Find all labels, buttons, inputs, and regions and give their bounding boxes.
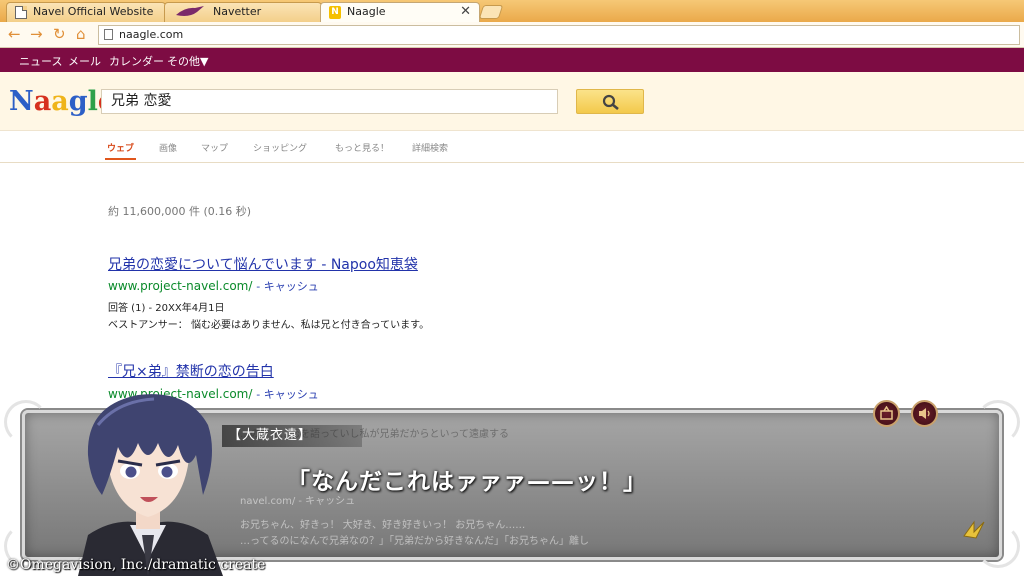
logo-letter: g — [68, 86, 88, 117]
address-bar-row: ← → ↻ ⌂ naagle.com — [0, 22, 1024, 48]
tab-label: Naagle — [347, 5, 386, 18]
forward-arrow-icon[interactable]: → — [30, 26, 43, 42]
search-header: Naagle 兄弟 恋愛 — [0, 72, 1024, 130]
page-icon — [15, 6, 27, 19]
auto-mode-button[interactable] — [873, 400, 900, 427]
tab-label: Navetter — [213, 5, 262, 18]
speaker-name: 【大蔵衣遠】 — [222, 425, 362, 447]
faded-result-text: …ってるのになんで兄弟なの？」「兄弟だから好きなんだ」「お兄ちゃん」離し — [240, 536, 589, 547]
tab-more[interactable]: もっと見る！ — [335, 141, 389, 154]
tab-advanced-search[interactable]: 詳細検索 — [412, 141, 448, 154]
result-title-link[interactable]: 『兄×弟』禁断の恋の告白 — [108, 361, 274, 381]
copyright-notice: ©Omegavision, Inc./dramatic create — [6, 557, 266, 573]
home-icon[interactable]: ⌂ — [76, 26, 86, 42]
tab-maps[interactable]: マップ — [201, 141, 228, 154]
logo-letter: a — [33, 86, 52, 117]
tab-images[interactable]: 画像 — [159, 141, 177, 154]
tab-navetter[interactable]: Navetter — [164, 2, 322, 22]
service-link-more[interactable]: その他▼ — [167, 53, 208, 69]
character-sprite — [78, 394, 223, 576]
service-link-mail[interactable]: メール — [68, 53, 101, 69]
new-tab-button[interactable] — [478, 5, 504, 19]
search-type-tabs: ウェブ 画像 マップ ショッピング もっと見る！ 詳細検索 — [0, 130, 1024, 163]
auto-icon — [880, 406, 893, 420]
logo-letter: l — [87, 86, 98, 117]
next-page-icon[interactable] — [962, 518, 986, 540]
result-title-link[interactable]: 兄弟の恋愛について悩んでいます - Napoo知恵袋 — [108, 254, 418, 274]
result-meta: 回答 (1) - 20XX年4月1日 — [108, 303, 225, 314]
service-bar: ニュース メール カレンダー その他▼ — [0, 48, 1024, 72]
search-icon — [602, 94, 619, 110]
speaker-icon — [919, 408, 930, 419]
result-stats: 約 11,600,000 件 (0.16 秒) — [108, 205, 252, 218]
frame-ornament — [976, 400, 1020, 444]
result-url: www.project-navel.com/ - キャッシュ — [108, 279, 319, 293]
search-input[interactable]: 兄弟 恋愛 — [101, 89, 558, 114]
logo-letter: a — [51, 86, 69, 117]
close-tab-icon[interactable]: ✕ — [460, 3, 471, 21]
naagle-n-icon: N — [329, 6, 341, 19]
address-text: naagle.com — [119, 28, 184, 41]
browser-tab-bar: Navel Official Website Navetter N Naagle… — [0, 0, 1024, 23]
logo-letter: N — [9, 86, 34, 117]
reload-icon[interactable]: ↻ — [53, 26, 66, 42]
search-button[interactable] — [576, 89, 644, 114]
service-link-news[interactable]: ニュース — [19, 53, 62, 69]
tab-navel-official[interactable]: Navel Official Website — [6, 2, 166, 22]
cache-link[interactable]: - キャッシュ — [256, 280, 318, 293]
tab-web[interactable]: ウェブ — [104, 141, 137, 160]
address-input[interactable]: naagle.com — [98, 25, 1020, 45]
page-icon — [104, 29, 113, 40]
frame-ornament — [4, 400, 48, 444]
voice-button[interactable] — [911, 400, 938, 427]
back-arrow-icon[interactable]: ← — [8, 26, 21, 42]
tab-naagle[interactable]: N Naagle ✕ — [320, 2, 480, 23]
naagle-logo[interactable]: Naagle — [9, 86, 115, 117]
service-link-calendar[interactable]: カレンダー — [109, 53, 164, 69]
result-snippet: ベストアンサー： 悩む必要はありません、私は兄と付き合っています。 — [108, 320, 430, 331]
faded-result-text: お兄ちゃん、好きっ！ 大好き、好き好きいっ！ お兄ちゃん…… — [240, 520, 526, 531]
dialogue-text: 「なんだこれはァァァ——ッ！」 — [287, 469, 647, 495]
tab-shopping[interactable]: ショッピング — [253, 141, 307, 154]
bird-icon — [176, 6, 204, 16]
tab-label: Navel Official Website — [33, 5, 154, 18]
